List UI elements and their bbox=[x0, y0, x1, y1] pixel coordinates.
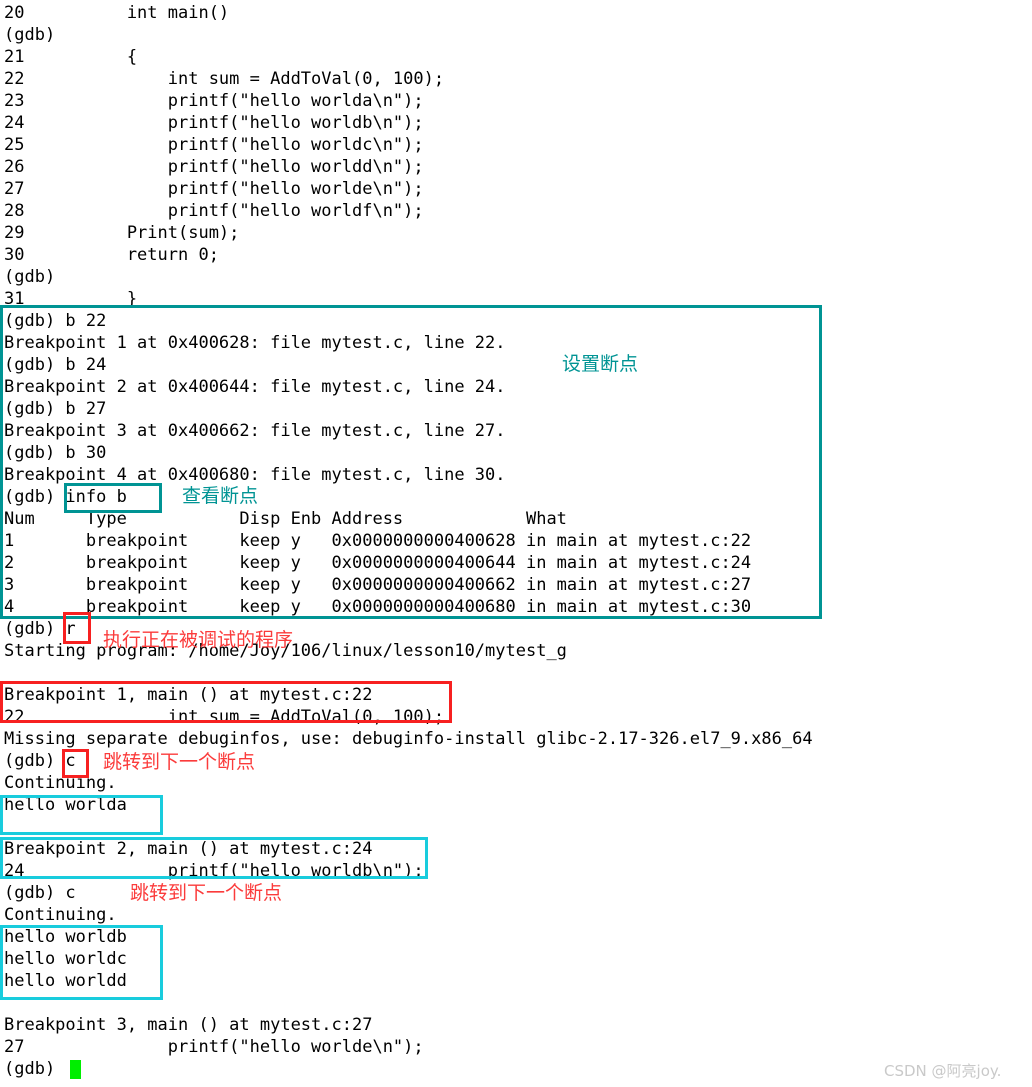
terminal-line: (gdb) bbox=[4, 267, 56, 287]
terminal-line: 20 int main() bbox=[4, 3, 230, 23]
terminal-line: Breakpoint 1, main () at mytest.c:22 bbox=[4, 685, 373, 705]
terminal-line: (gdb) r bbox=[4, 619, 76, 639]
breakpoint-table-header: Num Type Disp Enb Address What bbox=[4, 509, 567, 529]
breakpoint-table-row: 2 breakpoint keep y 0x0000000000400644 i… bbox=[4, 553, 752, 573]
terminal-line: Continuing. bbox=[4, 905, 117, 925]
terminal-line: Missing separate debuginfos, use: debugi… bbox=[4, 729, 813, 749]
terminal-line: 24 printf("hello worldb\n"); bbox=[4, 861, 424, 881]
terminal-line: Continuing. bbox=[4, 773, 117, 793]
terminal-line: Breakpoint 4 at 0x400680: file mytest.c,… bbox=[4, 465, 506, 485]
gdb-terminal[interactable]: 20 int main() (gdb) 21 { 22 int sum = Ad… bbox=[0, 0, 1032, 1087]
terminal-line: Breakpoint 3, main () at mytest.c:27 bbox=[4, 1015, 373, 1035]
terminal-line: 31 } bbox=[4, 289, 138, 309]
terminal-line: 22 int sum = AddToVal(0, 100); bbox=[4, 69, 445, 89]
terminal-line: (gdb) b 27 bbox=[4, 399, 107, 419]
breakpoint-table-row: 3 breakpoint keep y 0x0000000000400662 i… bbox=[4, 575, 752, 595]
terminal-line: 29 Print(sum); bbox=[4, 223, 240, 243]
terminal-line: (gdb) info b bbox=[4, 487, 127, 507]
terminal-line: 27 printf("hello worlde\n"); bbox=[4, 179, 424, 199]
terminal-line: 23 printf("hello worlda\n"); bbox=[4, 91, 424, 111]
terminal-line: 22 int sum = AddToVal(0, 100); bbox=[4, 707, 445, 727]
annotation-view-breakpoints: 查看断点 bbox=[182, 485, 259, 507]
terminal-line: Breakpoint 3 at 0x400662: file mytest.c,… bbox=[4, 421, 506, 441]
terminal-line: 24 printf("hello worldb\n"); bbox=[4, 113, 424, 133]
annotation-continue-2: 跳转到下一个断点 bbox=[130, 882, 283, 904]
terminal-line: 28 printf("hello worldf\n"); bbox=[4, 201, 424, 221]
annotation-set-breakpoints: 设置断点 bbox=[562, 353, 639, 375]
breakpoint-table-row: 4 breakpoint keep y 0x0000000000400680 i… bbox=[4, 597, 752, 617]
terminal-cursor bbox=[70, 1060, 81, 1079]
terminal-line: Breakpoint 2 at 0x400644: file mytest.c,… bbox=[4, 377, 506, 397]
terminal-line: Breakpoint 1 at 0x400628: file mytest.c,… bbox=[4, 333, 506, 353]
terminal-prompt-line: (gdb) bbox=[4, 1059, 56, 1079]
terminal-line: (gdb) c bbox=[4, 751, 76, 771]
terminal-line: hello worldc bbox=[4, 949, 127, 969]
csdn-watermark: CSDN @阿亮joy. bbox=[884, 1062, 1002, 1080]
terminal-line: 30 return 0; bbox=[4, 245, 219, 265]
terminal-line: 21 { bbox=[4, 47, 138, 67]
terminal-line: hello worldb bbox=[4, 927, 127, 947]
terminal-line: (gdb) b 24 bbox=[4, 355, 107, 375]
annotation-run-program: 执行正在被调试的程序 bbox=[103, 629, 294, 651]
terminal-line: (gdb) c bbox=[4, 883, 76, 903]
terminal-line: (gdb) b 30 bbox=[4, 443, 107, 463]
terminal-line: hello worlda bbox=[4, 795, 127, 815]
terminal-line: hello worldd bbox=[4, 971, 127, 991]
terminal-line: 25 printf("hello worldc\n"); bbox=[4, 135, 424, 155]
terminal-line: Breakpoint 2, main () at mytest.c:24 bbox=[4, 839, 373, 859]
terminal-line: (gdb) b 22 bbox=[4, 311, 107, 331]
annotation-continue-1: 跳转到下一个断点 bbox=[103, 751, 256, 773]
breakpoint-table-row: 1 breakpoint keep y 0x0000000000400628 i… bbox=[4, 531, 752, 551]
terminal-line: 26 printf("hello worldd\n"); bbox=[4, 157, 424, 177]
terminal-line: (gdb) bbox=[4, 25, 56, 45]
terminal-line: 27 printf("hello worlde\n"); bbox=[4, 1037, 424, 1057]
